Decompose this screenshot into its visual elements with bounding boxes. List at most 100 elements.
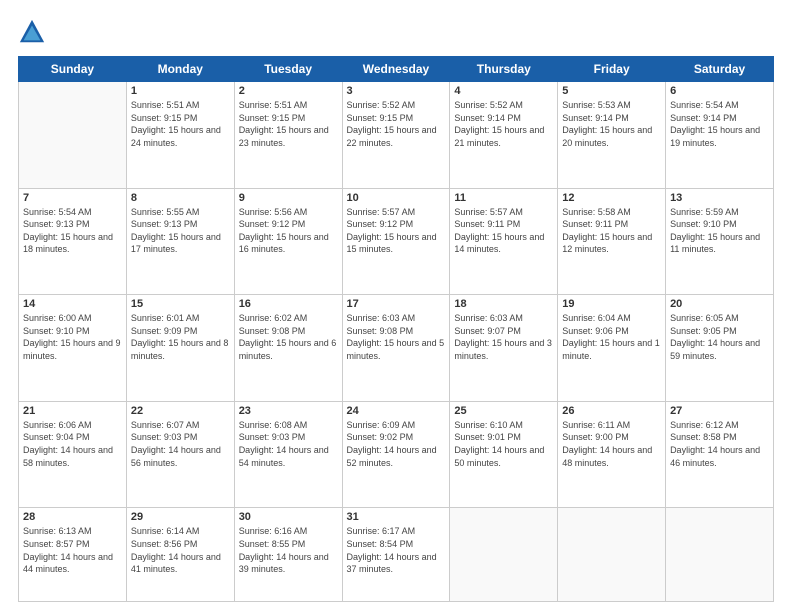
calendar-cell: 16 Sunrise: 6:02 AMSunset: 9:08 PMDayligh… xyxy=(234,295,342,402)
day-number: 24 xyxy=(347,405,446,417)
day-number: 10 xyxy=(347,192,446,204)
day-info: Sunrise: 6:00 AMSunset: 9:10 PMDaylight:… xyxy=(23,312,122,362)
day-info: Sunrise: 5:54 AMSunset: 9:14 PMDaylight:… xyxy=(670,99,769,149)
day-number: 9 xyxy=(239,192,338,204)
day-number: 26 xyxy=(562,405,661,417)
day-number: 22 xyxy=(131,405,230,417)
day-number: 27 xyxy=(670,405,769,417)
day-info: Sunrise: 6:02 AMSunset: 9:08 PMDaylight:… xyxy=(239,312,338,362)
day-number: 29 xyxy=(131,511,230,523)
day-info: Sunrise: 6:03 AMSunset: 9:07 PMDaylight:… xyxy=(454,312,553,362)
calendar-cell: 11Sunrise: 5:57 AMSunset: 9:11 PMDayligh… xyxy=(450,188,558,295)
day-number: 11 xyxy=(454,192,553,204)
day-number: 20 xyxy=(670,298,769,310)
day-info: Sunrise: 6:01 AMSunset: 9:09 PMDaylight:… xyxy=(131,312,230,362)
calendar-cell: 19 Sunrise: 6:04 AMSunset: 9:06 PMDayligh… xyxy=(558,295,666,402)
calendar-week-row: 28 Sunrise: 6:13 AMSunset: 8:57 PMDayligh… xyxy=(19,508,774,602)
page: SundayMondayTuesdayWednesdayThursdayFrid… xyxy=(0,0,792,612)
calendar-cell: 15 Sunrise: 6:01 AMSunset: 9:09 PMDayligh… xyxy=(126,295,234,402)
day-info: Sunrise: 5:56 AMSunset: 9:12 PMDaylight:… xyxy=(239,206,338,256)
day-info: Sunrise: 5:52 AMSunset: 9:14 PMDaylight:… xyxy=(454,99,553,149)
day-info: Sunrise: 5:58 AMSunset: 9:11 PMDaylight:… xyxy=(562,206,661,256)
calendar-cell: 30Sunrise: 6:16 AMSunset: 8:55 PMDayligh… xyxy=(234,508,342,602)
calendar-cell: 10 Sunrise: 5:57 AMSunset: 9:12 PMDayligh… xyxy=(342,188,450,295)
day-info: Sunrise: 5:59 AMSunset: 9:10 PMDaylight:… xyxy=(670,206,769,256)
calendar-cell: 22 Sunrise: 6:07 AMSunset: 9:03 PMDayligh… xyxy=(126,401,234,508)
day-number: 1 xyxy=(131,85,230,97)
calendar-cell: 18 Sunrise: 6:03 AMSunset: 9:07 PMDayligh… xyxy=(450,295,558,402)
weekday-header: Sunday xyxy=(19,57,127,82)
day-number: 15 xyxy=(131,298,230,310)
day-number: 5 xyxy=(562,85,661,97)
calendar-cell: 24 Sunrise: 6:09 AMSunset: 9:02 PMDayligh… xyxy=(342,401,450,508)
calendar-cell: 2 Sunrise: 5:51 AMSunset: 9:15 PMDaylight… xyxy=(234,82,342,189)
calendar-cell xyxy=(19,82,127,189)
day-number: 19 xyxy=(562,298,661,310)
calendar-cell: 29 Sunrise: 6:14 AMSunset: 8:56 PMDayligh… xyxy=(126,508,234,602)
day-number: 8 xyxy=(131,192,230,204)
weekday-header: Monday xyxy=(126,57,234,82)
calendar-cell: 1 Sunrise: 5:51 AMSunset: 9:15 PMDaylight… xyxy=(126,82,234,189)
day-info: Sunrise: 6:12 AMSunset: 8:58 PMDaylight:… xyxy=(670,419,769,469)
weekday-header-row: SundayMondayTuesdayWednesdayThursdayFrid… xyxy=(19,57,774,82)
calendar-cell: 9 Sunrise: 5:56 AMSunset: 9:12 PMDaylight… xyxy=(234,188,342,295)
calendar-cell xyxy=(558,508,666,602)
calendar-cell: 7 Sunrise: 5:54 AMSunset: 9:13 PMDaylight… xyxy=(19,188,127,295)
day-number: 28 xyxy=(23,511,122,523)
day-number: 4 xyxy=(454,85,553,97)
day-info: Sunrise: 5:55 AMSunset: 9:13 PMDaylight:… xyxy=(131,206,230,256)
calendar-cell: 6 Sunrise: 5:54 AMSunset: 9:14 PMDaylight… xyxy=(666,82,774,189)
calendar-cell: 28 Sunrise: 6:13 AMSunset: 8:57 PMDayligh… xyxy=(19,508,127,602)
logo xyxy=(18,18,50,46)
day-info: Sunrise: 6:17 AMSunset: 8:54 PMDaylight:… xyxy=(347,525,446,575)
day-info: Sunrise: 6:14 AMSunset: 8:56 PMDaylight:… xyxy=(131,525,230,575)
calendar-cell: 26Sunrise: 6:11 AMSunset: 9:00 PMDayligh… xyxy=(558,401,666,508)
day-info: Sunrise: 6:07 AMSunset: 9:03 PMDaylight:… xyxy=(131,419,230,469)
calendar-cell: 14Sunrise: 6:00 AMSunset: 9:10 PMDayligh… xyxy=(19,295,127,402)
calendar-cell: 25Sunrise: 6:10 AMSunset: 9:01 PMDayligh… xyxy=(450,401,558,508)
day-number: 12 xyxy=(562,192,661,204)
day-number: 17 xyxy=(347,298,446,310)
day-number: 3 xyxy=(347,85,446,97)
day-number: 23 xyxy=(239,405,338,417)
day-number: 6 xyxy=(670,85,769,97)
weekday-header: Thursday xyxy=(450,57,558,82)
logo-icon xyxy=(18,18,46,46)
calendar-week-row: 7 Sunrise: 5:54 AMSunset: 9:13 PMDaylight… xyxy=(19,188,774,295)
day-number: 18 xyxy=(454,298,553,310)
calendar-week-row: 14Sunrise: 6:00 AMSunset: 9:10 PMDayligh… xyxy=(19,295,774,402)
calendar-cell: 4 Sunrise: 5:52 AMSunset: 9:14 PMDaylight… xyxy=(450,82,558,189)
day-info: Sunrise: 6:04 AMSunset: 9:06 PMDaylight:… xyxy=(562,312,661,362)
calendar-cell: 21 Sunrise: 6:06 AMSunset: 9:04 PMDayligh… xyxy=(19,401,127,508)
calendar-week-row: 21 Sunrise: 6:06 AMSunset: 9:04 PMDayligh… xyxy=(19,401,774,508)
weekday-header: Saturday xyxy=(666,57,774,82)
day-number: 16 xyxy=(239,298,338,310)
day-number: 2 xyxy=(239,85,338,97)
day-number: 30 xyxy=(239,511,338,523)
calendar-cell: 17 Sunrise: 6:03 AMSunset: 9:08 PMDayligh… xyxy=(342,295,450,402)
day-info: Sunrise: 6:03 AMSunset: 9:08 PMDaylight:… xyxy=(347,312,446,362)
day-number: 7 xyxy=(23,192,122,204)
day-info: Sunrise: 6:09 AMSunset: 9:02 PMDaylight:… xyxy=(347,419,446,469)
calendar-cell: 3Sunrise: 5:52 AMSunset: 9:15 PMDaylight… xyxy=(342,82,450,189)
calendar-cell: 27 Sunrise: 6:12 AMSunset: 8:58 PMDayligh… xyxy=(666,401,774,508)
calendar-cell: 8 Sunrise: 5:55 AMSunset: 9:13 PMDaylight… xyxy=(126,188,234,295)
day-info: Sunrise: 5:57 AMSunset: 9:12 PMDaylight:… xyxy=(347,206,446,256)
weekday-header: Tuesday xyxy=(234,57,342,82)
day-info: Sunrise: 5:53 AMSunset: 9:14 PMDaylight:… xyxy=(562,99,661,149)
calendar-week-row: 1 Sunrise: 5:51 AMSunset: 9:15 PMDaylight… xyxy=(19,82,774,189)
calendar-cell xyxy=(450,508,558,602)
calendar-cell: 31 Sunrise: 6:17 AMSunset: 8:54 PMDayligh… xyxy=(342,508,450,602)
day-info: Sunrise: 6:13 AMSunset: 8:57 PMDaylight:… xyxy=(23,525,122,575)
day-info: Sunrise: 6:06 AMSunset: 9:04 PMDaylight:… xyxy=(23,419,122,469)
day-info: Sunrise: 5:54 AMSunset: 9:13 PMDaylight:… xyxy=(23,206,122,256)
day-info: Sunrise: 5:51 AMSunset: 9:15 PMDaylight:… xyxy=(131,99,230,149)
day-number: 25 xyxy=(454,405,553,417)
day-number: 31 xyxy=(347,511,446,523)
calendar-cell: 5 Sunrise: 5:53 AMSunset: 9:14 PMDaylight… xyxy=(558,82,666,189)
calendar-cell: 12 Sunrise: 5:58 AMSunset: 9:11 PMDayligh… xyxy=(558,188,666,295)
day-number: 21 xyxy=(23,405,122,417)
calendar-cell: 23Sunrise: 6:08 AMSunset: 9:03 PMDayligh… xyxy=(234,401,342,508)
day-info: Sunrise: 5:51 AMSunset: 9:15 PMDaylight:… xyxy=(239,99,338,149)
day-number: 13 xyxy=(670,192,769,204)
